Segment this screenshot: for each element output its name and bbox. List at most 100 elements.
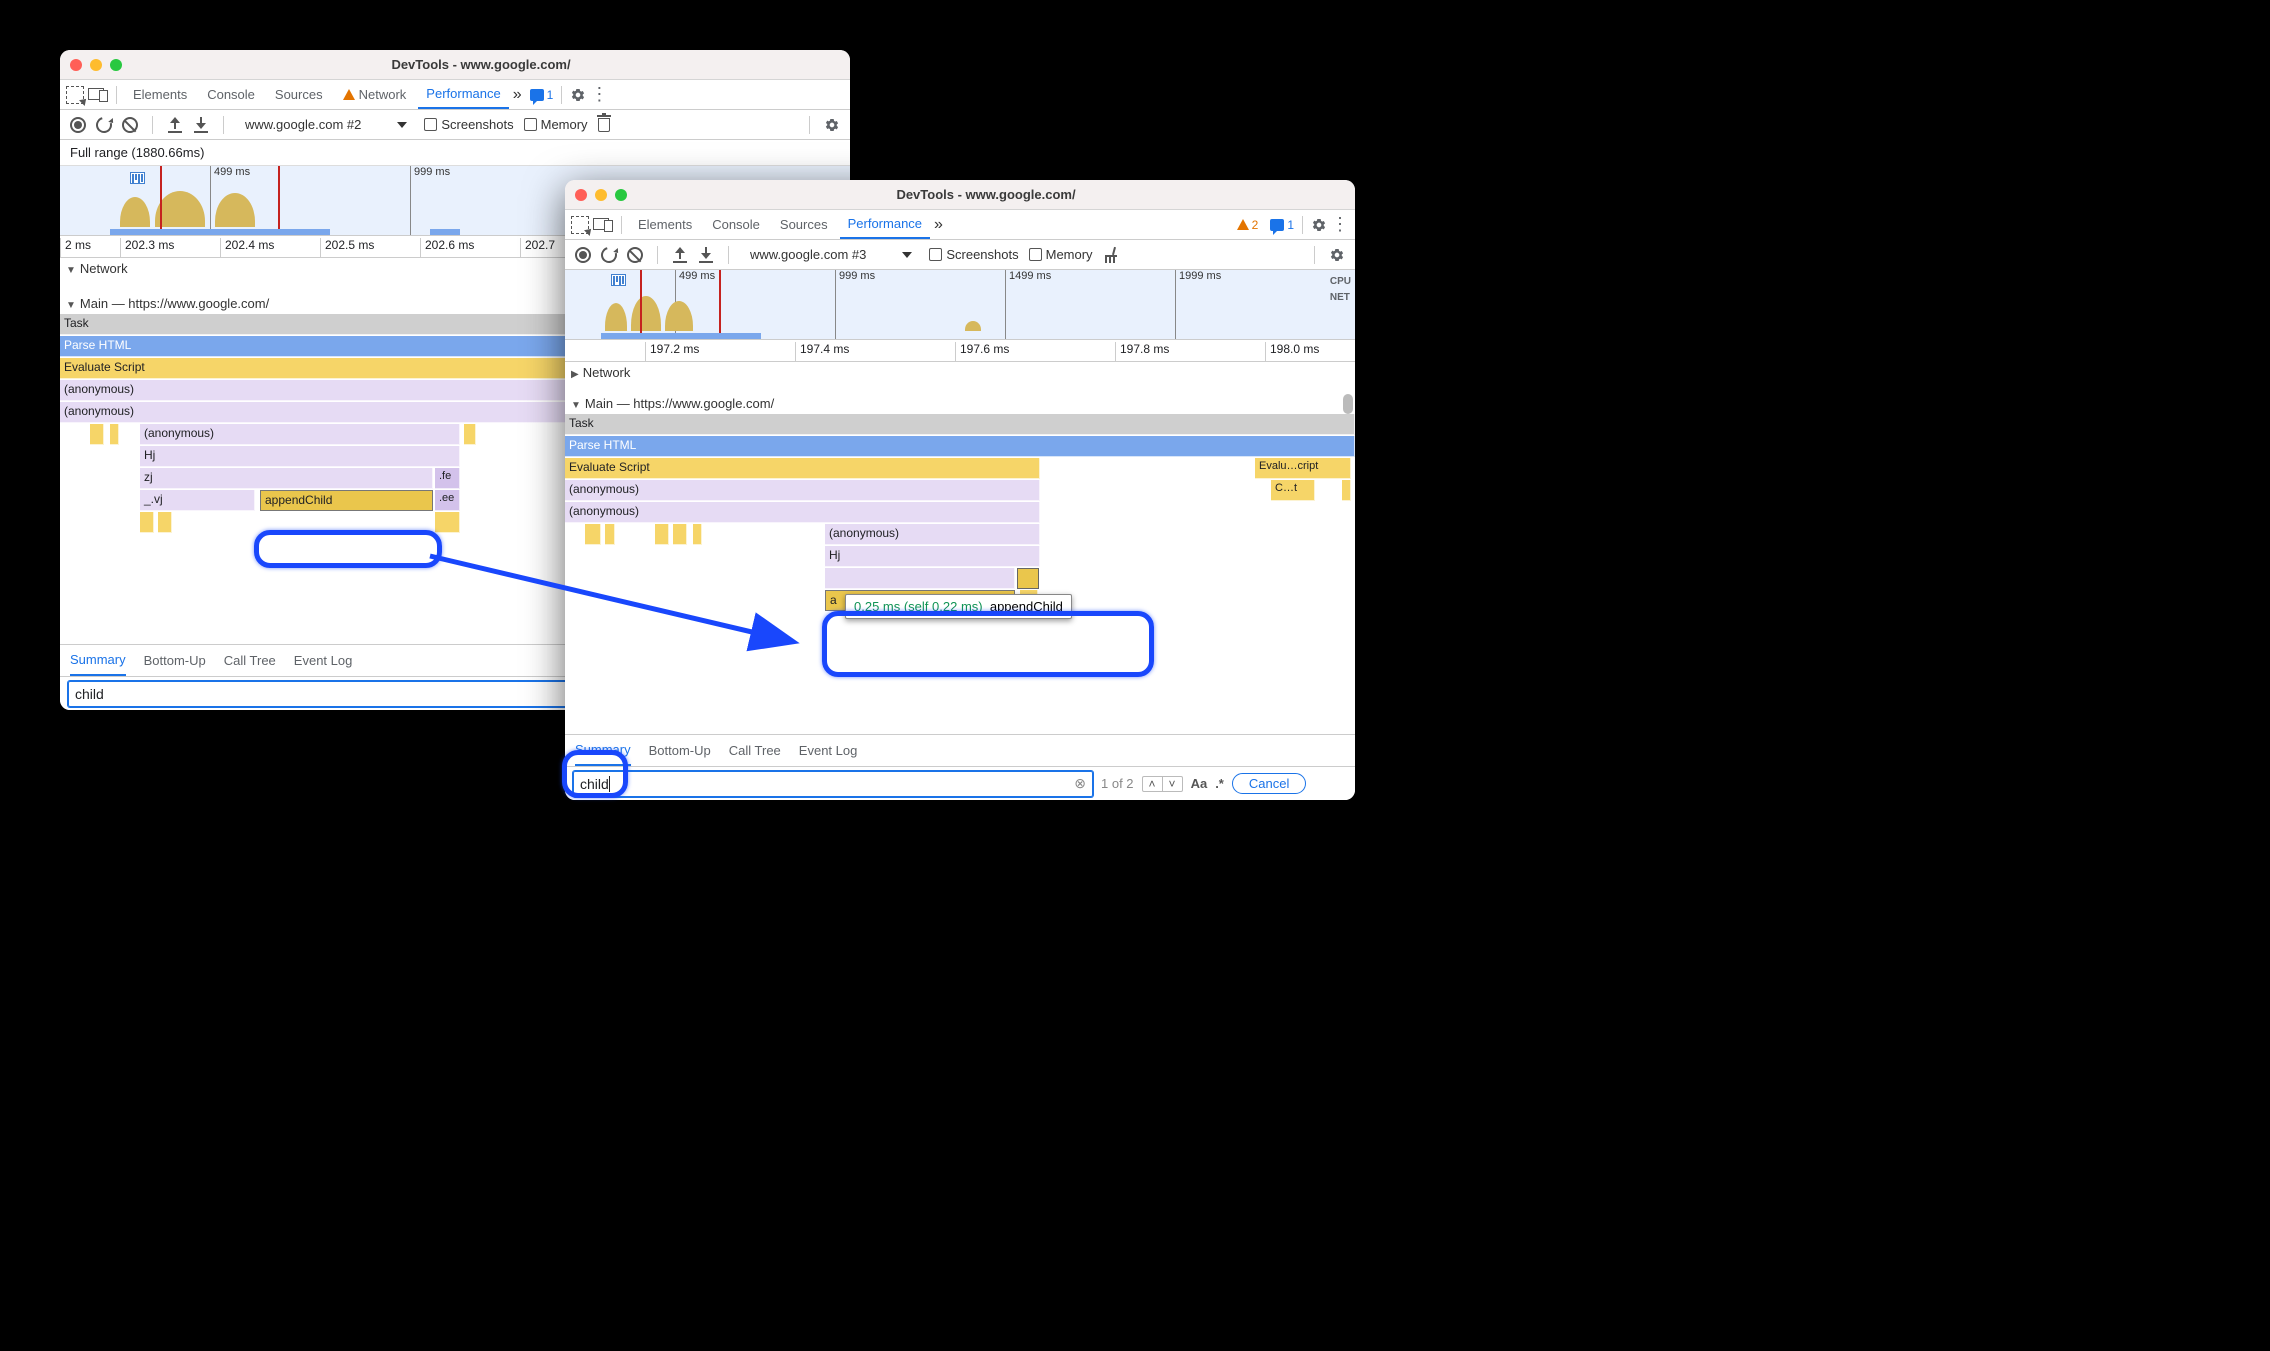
tab-sources[interactable]: Sources bbox=[772, 210, 836, 239]
flame-chunk[interactable] bbox=[90, 424, 104, 445]
memory-checkbox[interactable]: Memory bbox=[1029, 247, 1093, 262]
device-toggle-icon[interactable] bbox=[593, 218, 613, 232]
memory-checkbox[interactable]: Memory bbox=[524, 117, 588, 132]
overview-strip[interactable]: 499 ms 999 ms 1499 ms 1999 ms CPU NET bbox=[565, 270, 1355, 340]
download-icon[interactable] bbox=[698, 247, 714, 263]
tab-elements[interactable]: Elements bbox=[630, 210, 700, 239]
messages-badge[interactable]: 1 bbox=[1270, 218, 1294, 232]
flame-hj[interactable]: Hj bbox=[825, 546, 1040, 567]
flame-chunk[interactable] bbox=[435, 512, 460, 533]
flame-hj[interactable]: Hj bbox=[140, 446, 460, 467]
capture-settings-icon[interactable] bbox=[824, 117, 840, 133]
scrollbar[interactable] bbox=[1343, 394, 1353, 414]
tab-console[interactable]: Console bbox=[199, 80, 263, 109]
flame-chunk[interactable] bbox=[110, 424, 119, 445]
more-tabs-icon[interactable]: » bbox=[934, 216, 943, 234]
tab-elements[interactable]: Elements bbox=[125, 80, 195, 109]
close-button[interactable] bbox=[70, 59, 82, 71]
screenshots-checkbox[interactable]: Screenshots bbox=[424, 117, 513, 132]
device-toggle-icon[interactable] bbox=[88, 88, 108, 102]
download-icon[interactable] bbox=[193, 117, 209, 133]
warnings-badge[interactable]: 2 bbox=[1237, 218, 1259, 232]
tab-call-tree[interactable]: Call Tree bbox=[729, 735, 781, 766]
flame-chunk[interactable] bbox=[464, 424, 476, 445]
cancel-button[interactable]: Cancel bbox=[1232, 773, 1306, 794]
flame-row[interactable] bbox=[825, 568, 1015, 589]
flame-task[interactable]: Task bbox=[565, 414, 1355, 435]
record-button[interactable] bbox=[575, 247, 591, 263]
settings-gear-icon[interactable] bbox=[570, 87, 586, 103]
maximize-button[interactable] bbox=[615, 189, 627, 201]
tooltip-timing: 0.25 ms (self 0.22 ms) bbox=[854, 599, 983, 614]
tab-call-tree[interactable]: Call Tree bbox=[224, 645, 276, 676]
flame-chunk[interactable] bbox=[655, 524, 669, 545]
settings-gear-icon[interactable] bbox=[1311, 217, 1327, 233]
record-button[interactable] bbox=[70, 117, 86, 133]
flame-chunk[interactable] bbox=[673, 524, 687, 545]
flame-anonymous[interactable]: (anonymous) bbox=[565, 480, 1040, 501]
flame-chunk[interactable] bbox=[140, 512, 154, 533]
network-track-header[interactable]: Network bbox=[565, 362, 1355, 383]
maximize-button[interactable] bbox=[110, 59, 122, 71]
close-button[interactable] bbox=[575, 189, 587, 201]
flame-fe[interactable]: .fe bbox=[435, 468, 460, 489]
match-case-toggle[interactable]: Aa bbox=[1191, 776, 1208, 791]
inspect-icon[interactable] bbox=[66, 86, 84, 104]
clear-button[interactable] bbox=[627, 247, 643, 263]
flame-anonymous[interactable]: (anonymous) bbox=[140, 424, 460, 445]
clear-button[interactable] bbox=[122, 117, 138, 133]
regex-toggle[interactable]: .* bbox=[1215, 776, 1224, 791]
tab-bottom-up[interactable]: Bottom-Up bbox=[649, 735, 711, 766]
flame-parse-html[interactable]: Parse HTML bbox=[565, 436, 1355, 457]
flame-zj[interactable]: zj bbox=[140, 468, 433, 489]
flame-chunk[interactable] bbox=[605, 524, 615, 545]
clear-search-icon[interactable]: ⊗ bbox=[1074, 775, 1086, 792]
flame-ee[interactable]: .ee bbox=[435, 490, 460, 511]
flame-appendchild[interactable]: appendChild bbox=[260, 490, 433, 511]
kebab-menu-icon[interactable]: ⋮ bbox=[590, 84, 608, 105]
reload-button[interactable] bbox=[93, 114, 115, 136]
tab-network[interactable]: Network bbox=[335, 80, 415, 109]
search-prev[interactable]: ˄ bbox=[1143, 777, 1162, 791]
minimize-button[interactable] bbox=[90, 59, 102, 71]
kebab-menu-icon[interactable]: ⋮ bbox=[1331, 214, 1349, 235]
time-ruler[interactable]: 197.2 ms 197.4 ms 197.6 ms 197.8 ms 198.… bbox=[565, 340, 1355, 362]
screenshots-checkbox[interactable]: Screenshots bbox=[929, 247, 1018, 262]
flame-anonymous[interactable]: (anonymous) bbox=[565, 502, 1040, 523]
flame-chunk[interactable] bbox=[1342, 480, 1351, 501]
flame-chunk[interactable] bbox=[158, 512, 172, 533]
reload-button[interactable] bbox=[598, 244, 620, 266]
upload-icon[interactable] bbox=[167, 117, 183, 133]
tab-console[interactable]: Console bbox=[704, 210, 768, 239]
delete-profile-icon[interactable] bbox=[598, 118, 610, 132]
profile-select[interactable]: www.google.com #3 bbox=[743, 246, 919, 263]
tab-sources[interactable]: Sources bbox=[267, 80, 331, 109]
tab-performance[interactable]: Performance bbox=[840, 210, 930, 239]
search-input[interactable]: child ⊗ bbox=[573, 771, 1093, 797]
profile-select[interactable]: www.google.com #2 bbox=[238, 116, 414, 133]
flame-chart[interactable]: Network Main — https://www.google.com/ T… bbox=[565, 362, 1355, 734]
flame-vj[interactable]: _.vj bbox=[140, 490, 255, 511]
inspect-icon[interactable] bbox=[571, 216, 589, 234]
tab-summary[interactable]: Summary bbox=[575, 735, 631, 766]
capture-settings-icon[interactable] bbox=[1329, 247, 1345, 263]
flame-match[interactable] bbox=[1017, 568, 1039, 589]
messages-badge[interactable]: 1 bbox=[530, 88, 554, 102]
flame-chunk[interactable] bbox=[585, 524, 601, 545]
search-next[interactable]: ˅ bbox=[1162, 777, 1182, 791]
minimize-button[interactable] bbox=[595, 189, 607, 201]
flame-evaluate-script[interactable]: Evaluate Script bbox=[565, 458, 1040, 479]
flame-ct[interactable]: C…t bbox=[1271, 480, 1315, 501]
collect-garbage-icon[interactable] bbox=[1103, 247, 1119, 263]
tab-event-log[interactable]: Event Log bbox=[294, 645, 353, 676]
flame-evaluate-script-short[interactable]: Evalu…cript bbox=[1255, 458, 1351, 479]
main-track-header[interactable]: Main — https://www.google.com/ bbox=[565, 393, 1355, 414]
tab-performance[interactable]: Performance bbox=[418, 80, 508, 109]
flame-chunk[interactable] bbox=[693, 524, 702, 545]
tab-bottom-up[interactable]: Bottom-Up bbox=[144, 645, 206, 676]
tab-summary[interactable]: Summary bbox=[70, 645, 126, 676]
upload-icon[interactable] bbox=[672, 247, 688, 263]
more-tabs-icon[interactable]: » bbox=[513, 86, 522, 104]
flame-anonymous[interactable]: (anonymous) bbox=[825, 524, 1040, 545]
tab-event-log[interactable]: Event Log bbox=[799, 735, 858, 766]
